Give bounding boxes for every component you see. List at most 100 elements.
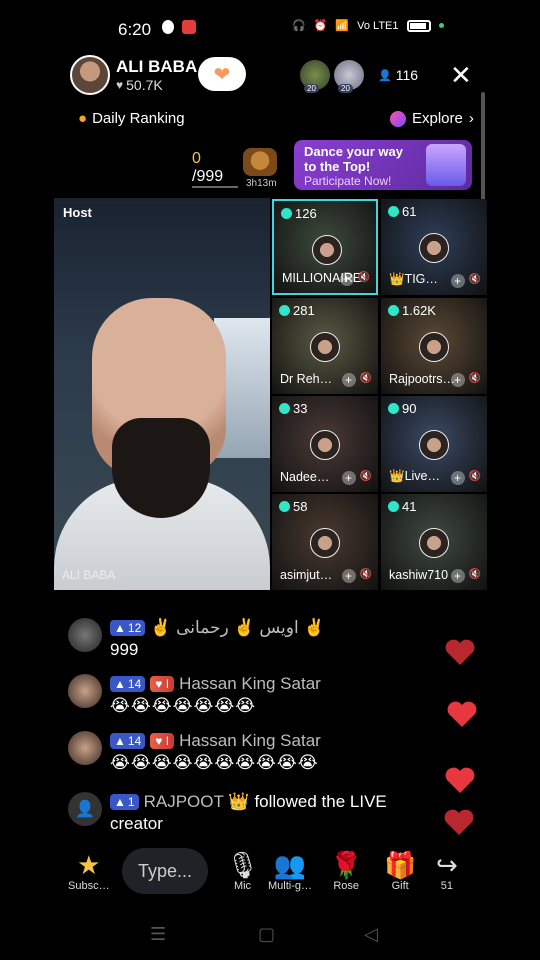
chat-text: 😭😭😭😭😭😭😭😭😭😭 (110, 753, 319, 772)
chat-username[interactable]: Hassan King Satar (179, 674, 321, 694)
multi-guest-button[interactable]: 👥 Multi-g… (268, 850, 312, 892)
chat-username[interactable]: ✌️ اویس ✌️ رحمانی ✌️ (150, 618, 324, 638)
gift-button[interactable]: 🎁 Gift (384, 850, 416, 892)
guest-avatar[interactable] (419, 528, 449, 558)
multi-guest-icon: 👥 (273, 850, 307, 880)
chat-text: 999 (110, 640, 139, 659)
guest-tile[interactable]: 126 MILLIONAIRE + 🔇 (272, 199, 378, 295)
guest-avatar[interactable] (310, 430, 340, 460)
chat-username[interactable]: Hassan King Satar (179, 731, 321, 751)
guest-avatar[interactable] (310, 332, 340, 362)
lion-gift-icon[interactable] (243, 148, 277, 176)
host-video[interactable]: Host ALI BABA (54, 198, 270, 590)
daily-ranking[interactable]: ● Daily Ranking (78, 110, 185, 127)
viewer-dot-icon (388, 501, 399, 512)
close-icon[interactable]: ✕ (450, 60, 472, 91)
avatar[interactable] (68, 731, 102, 765)
floating-heart-icon (445, 767, 475, 793)
promo-banner[interactable]: Dance your way to the Top! Participate N… (294, 140, 472, 190)
guest-avatar[interactable] (419, 233, 449, 263)
heart-plus-icon: ❤ (213, 63, 231, 86)
guest-avatar[interactable] (310, 528, 340, 558)
goal-progress-bar (192, 186, 238, 188)
guest-name: Nadee… (280, 470, 330, 484)
top-gifter-badge[interactable]: 20 (334, 60, 364, 93)
flame-icon: ● (78, 110, 88, 127)
lte-label: Vo LTE1 (357, 19, 399, 32)
snapchat-icon (162, 20, 174, 34)
follow-user-icon: 👤 (68, 792, 102, 826)
guest-tile[interactable]: 1.62K Rajpootrs… + 🔇 (381, 298, 487, 394)
clock: 6:20 (118, 20, 152, 39)
add-icon[interactable]: + (341, 471, 356, 485)
add-icon[interactable]: + (341, 373, 356, 387)
avatar[interactable] (68, 618, 102, 652)
comment-input[interactable]: Type... (122, 848, 208, 894)
guest-name: Rajpootrs… (389, 372, 455, 386)
guest-viewer-count: 58 (279, 499, 307, 514)
level-badge: ▲ 12 (110, 620, 146, 636)
host-profile[interactable]: ALI BABA ♥ 50.7K (70, 55, 197, 95)
explore-icon (390, 110, 406, 127)
rose-icon: 🌹 (330, 850, 363, 880)
share-button[interactable]: ↪ 51 (436, 850, 458, 892)
alarm-icon: ⏰ (313, 20, 328, 32)
add-icon[interactable]: + (450, 274, 465, 288)
avatar[interactable] (68, 674, 102, 708)
guest-tile[interactable]: 90 👑Live… + 🔇 (381, 396, 487, 492)
host-label: Host (63, 205, 92, 220)
guest-avatar[interactable] (312, 235, 342, 265)
guest-viewer-count: 281 (279, 303, 315, 318)
mic-button[interactable]: 🎙 Mic (226, 850, 259, 892)
guest-name: 👑Live… (389, 469, 440, 483)
guest-viewer-count: 1.62K (388, 303, 436, 318)
viewer-dot-icon (388, 403, 399, 414)
share-icon: ↪ (436, 850, 458, 880)
youtube-icon (182, 20, 196, 34)
viewer-count[interactable]: 👤 116 (378, 67, 418, 83)
menu-icon[interactable]: ☰ (150, 924, 166, 945)
host-name: ALI BABA (116, 57, 198, 76)
goal-counter[interactable]: 0 /999 (192, 150, 223, 186)
guest-tile[interactable]: 281 Dr Reh… + 🔇 (272, 298, 378, 394)
floating-heart-icon (444, 809, 474, 835)
level-badge: ▲ 14 (110, 733, 146, 749)
guest-viewer-count: 90 (388, 401, 416, 416)
host-tile-name: ALI BABA (62, 568, 116, 582)
explore-button[interactable]: Explore › (390, 110, 474, 127)
mic-off-icon: 🔇 (359, 471, 372, 482)
guest-tile[interactable]: 61 👑TIG… + 🔇 (381, 199, 487, 295)
guest-viewer-count: 33 (279, 401, 307, 416)
viewer-dot-icon (281, 208, 292, 219)
chat-username[interactable]: RAJPOOT 👑 (144, 792, 250, 812)
host-avatar[interactable] (70, 55, 110, 95)
add-icon[interactable]: + (341, 569, 356, 583)
guest-avatar[interactable] (419, 332, 449, 362)
home-icon[interactable]: ▢ (258, 924, 275, 945)
guest-tile[interactable]: 41 kashiw710 + 🔇 (381, 494, 487, 590)
floating-heart-icon (445, 639, 475, 665)
add-icon[interactable]: + (339, 272, 354, 286)
guest-tile[interactable]: 33 Nadee… + 🔇 (272, 396, 378, 492)
rose-button[interactable]: 🌹 Rose (330, 850, 362, 892)
add-icon[interactable]: + (450, 569, 465, 583)
top-gifter-badge[interactable]: 20 (300, 60, 330, 93)
mic-icon: 🎙 (226, 850, 260, 880)
chevron-right-icon: › (468, 110, 474, 127)
subscribe-button[interactable]: ★ Subsc… (68, 850, 110, 892)
guest-name: 👑TIG… (389, 272, 438, 286)
add-icon[interactable]: + (450, 373, 465, 387)
guest-viewer-count: 41 (388, 499, 416, 514)
privacy-dot-icon (438, 23, 444, 28)
add-icon[interactable]: + (450, 471, 465, 485)
back-icon[interactable]: ◁ (364, 924, 378, 945)
viewer-dot-icon (388, 305, 399, 316)
fan-badge: ♥ I (150, 676, 175, 692)
mic-off-icon: 🔇 (468, 274, 481, 285)
level-badge: ▲ 14 (110, 676, 146, 692)
follow-text: followed the LIVE (254, 792, 387, 811)
guest-tile[interactable]: 58 asimjut… + 🔇 (272, 494, 378, 590)
scrollbar[interactable] (481, 92, 485, 200)
guest-avatar[interactable] (419, 430, 449, 460)
follow-button[interactable]: ❤ (198, 57, 246, 91)
